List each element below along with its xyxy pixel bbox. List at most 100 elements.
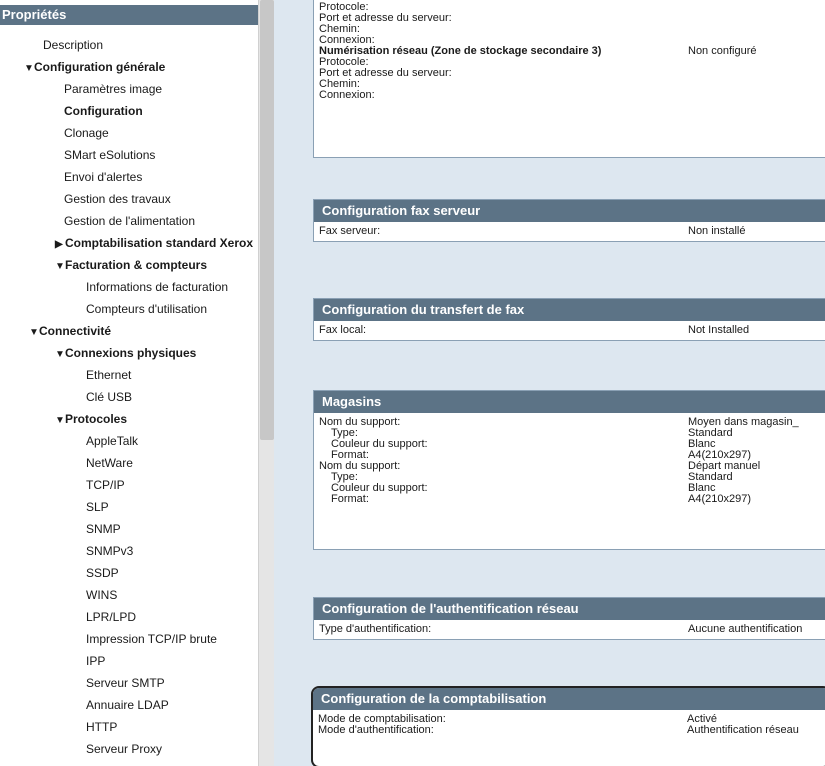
nav-item-2[interactable]: Paramètres image — [0, 78, 258, 100]
row-value: Non installé — [688, 225, 746, 237]
nav-item-label: Protocoles — [65, 412, 128, 426]
nav-item-32[interactable]: Serveur Proxy — [0, 738, 258, 760]
nav-item-label: Impression TCP/IP brute — [86, 632, 217, 646]
properties-nav: Propriétés Description ▼Configuration gén… — [0, 0, 260, 766]
nav-item-label: Envoi d'alertes — [64, 170, 143, 184]
nav-item-label: LPR/LPD — [86, 610, 137, 624]
server-fax-panel: Configuration fax serveur Fax serveur: No… — [313, 199, 825, 242]
nav-item-label: Ethernet — [86, 368, 132, 382]
row-value: Non configuré — [688, 45, 757, 57]
nav-item-label: HTTP — [86, 720, 118, 734]
row-label: Fax serveur: — [319, 225, 381, 237]
nav-item-28[interactable]: IPP — [0, 650, 258, 672]
nav-item-21[interactable]: SLP — [0, 496, 258, 518]
nav-item-30[interactable]: Annuaire LDAP — [0, 694, 258, 716]
info-row: Port et adresse du serveur: — [319, 68, 825, 79]
info-row: Type d'authentification: Aucune authentif… — [319, 624, 825, 635]
nav-item-label: Comptabilisation standard Xerox — [65, 236, 254, 250]
info-row: Chemin: — [319, 24, 825, 35]
nav-item-12[interactable]: Compteurs d'utilisation — [0, 298, 258, 320]
nav-item-19[interactable]: NetWare — [0, 452, 258, 474]
nav-item-label: Clonage — [64, 126, 109, 140]
nav-item-label: SMart eSolutions — [64, 148, 156, 162]
nav-item-label: Informations de facturation — [86, 280, 229, 294]
info-row: Fax local: Not Installed — [319, 325, 825, 336]
panel-title: Configuration de la comptabilisation — [313, 688, 825, 710]
nav-item-14[interactable]: ▼Connexions physiques — [0, 342, 258, 364]
row-value: Aucune authentification — [688, 623, 803, 635]
nav-item-label: SNMP — [86, 522, 121, 536]
panel-rows: Protocole: Port et adresse du serveur: Che… — [314, 0, 825, 105]
info-row: Nom du support: Départ manuel — [319, 461, 825, 472]
nav-item-1[interactable]: ▼Configuration générale — [0, 56, 258, 78]
expanded-triangle-icon[interactable]: ▼ — [29, 762, 39, 766]
nav-item-29[interactable]: Serveur SMTP — [0, 672, 258, 694]
nav-item-label: NetWare — [86, 456, 133, 470]
info-row: Fax serveur: Non installé — [319, 226, 825, 237]
info-row: Format: A4(210x297) — [319, 494, 825, 505]
collapsed-triangle-icon[interactable]: ▶ — [55, 234, 65, 256]
nav-item-17[interactable]: ▼Protocoles — [0, 408, 258, 430]
nav-item-22[interactable]: SNMP — [0, 518, 258, 540]
nav-item-26[interactable]: LPR/LPD — [0, 606, 258, 628]
nav-item-16[interactable]: Clé USB — [0, 386, 258, 408]
row-label: Fax local: — [319, 324, 367, 336]
nav-scrollbar[interactable] — [258, 0, 274, 766]
panel-rows: Nom du support: Moyen dans magasin_ Type: S… — [314, 413, 825, 509]
info-row: Numérisation réseau (Zone de stockage se… — [319, 46, 825, 57]
nav-item-label: Gestion de l'alimentation — [64, 214, 196, 228]
nav-item-33[interactable]: ▼Services — [0, 760, 258, 766]
network-auth-panel: Configuration de l'authentification rése… — [313, 597, 825, 640]
expanded-triangle-icon[interactable]: ▼ — [55, 256, 65, 278]
scrollbar-thumb[interactable] — [260, 0, 274, 440]
panel-title: Magasins — [314, 391, 825, 413]
nav-item-8[interactable]: Gestion de l'alimentation — [0, 210, 258, 232]
nav-item-6[interactable]: Envoi d'alertes — [0, 166, 258, 188]
expanded-triangle-icon[interactable]: ▼ — [55, 344, 65, 366]
nav-item-4[interactable]: Clonage — [0, 122, 258, 144]
nav-item-label: Paramètres image — [64, 82, 163, 96]
nav-item-24[interactable]: SSDP — [0, 562, 258, 584]
info-row: Mode d'authentification: Authentification… — [318, 725, 825, 736]
info-row: Nom du support: Moyen dans magasin_ — [319, 417, 825, 428]
expanded-triangle-icon[interactable]: ▼ — [29, 322, 39, 344]
panel-rows: Fax local: Not Installed — [314, 321, 825, 340]
nav-item-label: SNMPv3 — [86, 544, 134, 558]
nav-item-9[interactable]: ▶ Comptabilisation standard Xerox — [0, 232, 258, 254]
nav-item-label: SLP — [86, 500, 109, 514]
nav-item-label: Compteurs d'utilisation — [86, 302, 208, 316]
row-label: Format: — [331, 493, 369, 505]
nav-item-label: Serveur SMTP — [86, 676, 165, 690]
nav-item-label: SSDP — [86, 566, 119, 580]
panel-title: Configuration du transfert de fax — [314, 299, 825, 321]
nav-item-5[interactable]: SMart eSolutions — [0, 144, 258, 166]
nav-item-label: Description — [43, 38, 104, 52]
nav-item-23[interactable]: SNMPv3 — [0, 540, 258, 562]
nav-item-label: TCP/IP — [86, 478, 125, 492]
nav-item-27[interactable]: Impression TCP/IP brute — [0, 628, 258, 650]
nav-item-label: IPP — [86, 654, 106, 668]
nav-item-0[interactable]: Description — [0, 34, 258, 56]
network-scan-panel: Protocole: Port et adresse du serveur: Che… — [313, 0, 825, 158]
nav-item-18[interactable]: AppleTalk — [0, 430, 258, 452]
nav-item-label: Configuration générale — [34, 60, 166, 74]
nav-item-3[interactable]: Configuration — [0, 100, 258, 122]
expanded-triangle-icon[interactable]: ▼ — [55, 410, 65, 432]
nav-item-label: Serveur Proxy — [86, 742, 163, 756]
nav-item-15[interactable]: Ethernet — [0, 364, 258, 386]
expanded-triangle-icon[interactable]: ▼ — [24, 58, 34, 80]
nav-item-10[interactable]: ▼Facturation & compteurs — [0, 254, 258, 276]
nav-item-7[interactable]: Gestion des travaux — [0, 188, 258, 210]
info-row: Port et adresse du serveur: — [319, 13, 825, 24]
nav-item-31[interactable]: HTTP — [0, 716, 258, 738]
nav-item-11[interactable]: Informations de facturation — [0, 276, 258, 298]
nav-item-20[interactable]: TCP/IP — [0, 474, 258, 496]
nav-item-13[interactable]: ▼Connectivité — [0, 320, 258, 342]
nav-tree: Description ▼Configuration générale Paramè… — [0, 34, 258, 766]
info-row: Connexion: — [319, 90, 825, 101]
panel-rows: Fax serveur: Non installé — [314, 222, 825, 241]
nav-item-label: Gestion des travaux — [64, 192, 171, 206]
nav-item-label: Facturation & compteurs — [65, 258, 208, 272]
nav-item-25[interactable]: WINS — [0, 584, 258, 606]
content-area: Protocole: Port et adresse du serveur: Che… — [274, 0, 825, 766]
